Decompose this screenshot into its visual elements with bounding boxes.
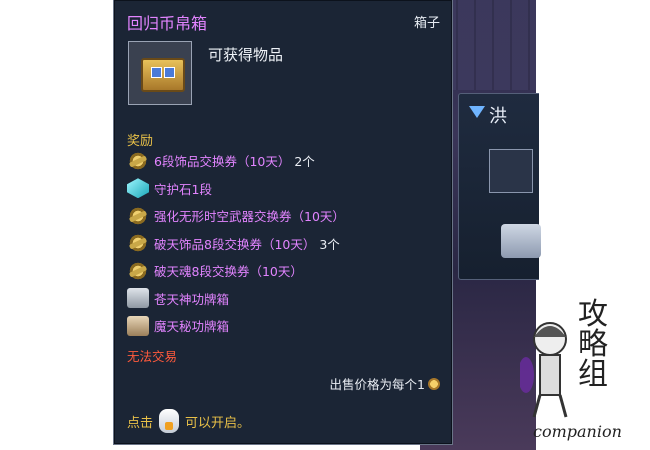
sell-price: 出售价格为每个1 (330, 374, 440, 393)
ticket-icon (127, 205, 149, 226)
untradable-notice: 无法交易 (127, 349, 178, 364)
side-panel-button[interactable] (501, 224, 541, 258)
bronze-box-icon (127, 315, 149, 336)
item-kind: 箱子 (413, 16, 440, 31)
reward-item: 破天魂8段交换券（10天） (127, 257, 447, 285)
reward-name: 破天饰品8段交换券（10天） (154, 236, 316, 252)
reward-item: 魔天秘功牌箱 (127, 312, 447, 340)
reward-item: 守护石1段 (127, 175, 447, 203)
triangle-down-icon (469, 106, 485, 118)
mouse-right-click-icon (159, 409, 180, 433)
hint-suffix: 可以开启。 (185, 415, 251, 431)
watermark-logo: 攻略组 (578, 297, 608, 392)
ticket-icon (127, 233, 149, 254)
chest-icon (128, 41, 192, 105)
reward-item: 强化无形时空武器交换券（10天） (127, 202, 447, 230)
hint-prefix: 点击 (127, 415, 154, 431)
ticket-icon (127, 150, 149, 171)
mascot-figure (520, 322, 568, 418)
reward-list: 6段饰品交换券（10天） 2个 守护石1段 强化无形时空武器交换券（10天） 破… (127, 147, 447, 340)
side-panel-title: 洪 (489, 106, 507, 127)
side-item-slot[interactable] (489, 149, 533, 193)
reward-item: 苍天神功牌箱 (127, 285, 447, 313)
reward-name: 破天魂8段交换券（10天） (154, 264, 303, 280)
watermark-subtitle: companion (533, 422, 622, 441)
silver-box-icon (127, 288, 149, 309)
reward-item: 破天饰品8段交换券（10天） 3个 (127, 230, 447, 258)
ticket-icon (127, 260, 149, 281)
reward-name: 6段饰品交换券（10天） (154, 154, 291, 170)
sell-price-label: 出售价格为每个1 (329, 377, 425, 392)
open-hint: 点击 可以开启。 (127, 409, 250, 433)
reward-qty: 2个 (294, 154, 315, 170)
reward-name: 强化无形时空武器交换券（10天） (154, 209, 345, 225)
side-panel: 洪 (458, 93, 541, 280)
reward-name: 魔天秘功牌箱 (154, 319, 230, 335)
gem-icon (127, 178, 149, 199)
item-title: 回归币帛箱 (127, 14, 208, 33)
reward-qty: 3个 (319, 236, 340, 252)
obtainable-label: 可获得物品 (208, 46, 284, 64)
reward-name: 苍天神功牌箱 (154, 291, 230, 307)
reward-item: 6段饰品交换券（10天） 2个 (127, 147, 447, 175)
reward-name: 守护石1段 (154, 181, 212, 197)
item-tooltip: 回归币帛箱 箱子 可获得物品 奖励 6段饰品交换券（10天） 2个 守护石1段 … (113, 0, 453, 445)
coin-icon (428, 377, 440, 390)
castle-wall (440, 0, 536, 90)
